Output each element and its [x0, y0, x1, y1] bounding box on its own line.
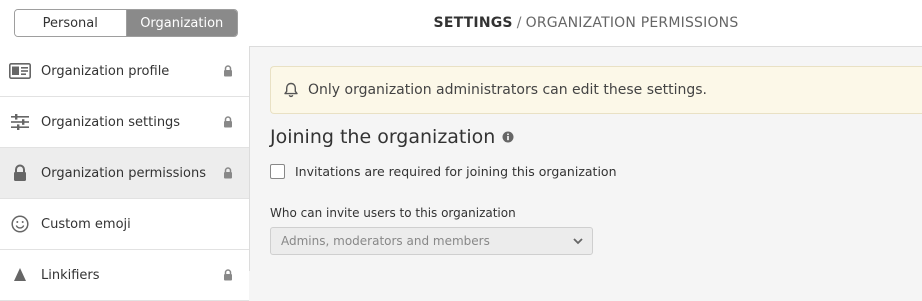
settings-main-panel: Only organization administrators can edi… — [250, 46, 922, 271]
top-bar: Personal Organization SETTINGS / ORGANIZ… — [0, 0, 922, 47]
invite-policy-select[interactable]: Admins, moderators and members — [270, 227, 593, 255]
id-card-icon — [9, 62, 31, 80]
tab-organization[interactable]: Organization — [126, 10, 237, 36]
lock-icon — [9, 164, 31, 182]
invite-policy-label: Who can invite users to this organizatio… — [270, 206, 516, 220]
link-icon — [9, 266, 31, 284]
lock-icon — [222, 116, 234, 128]
invitation-required-row: Invitations are required for joining thi… — [270, 164, 617, 179]
invitation-required-label: Invitations are required for joining thi… — [295, 164, 617, 179]
sidebar-item-label: Custom emoji — [41, 216, 131, 232]
invite-policy-value: Admins, moderators and members — [281, 234, 490, 248]
breadcrumb: SETTINGS / ORGANIZATION PERMISSIONS — [250, 0, 922, 46]
sidebar-item-label: Linkifiers — [41, 267, 100, 283]
settings-tab-switcher: Personal Organization — [14, 9, 238, 37]
tab-personal[interactable]: Personal — [15, 10, 126, 36]
sidebar-item-label: Organization permissions — [41, 165, 207, 181]
alert-text: Only organization administrators can edi… — [308, 82, 707, 98]
lock-icon — [222, 167, 234, 179]
breadcrumb-root: SETTINGS — [433, 15, 513, 31]
smiley-icon — [9, 215, 31, 233]
settings-sidebar: Organization profile Organization settin… — [0, 46, 250, 301]
sidebar-item-linkifiers[interactable]: Linkifiers — [0, 250, 249, 301]
bell-icon — [283, 82, 299, 98]
sidebar-item-custom-emoji[interactable]: Custom emoji — [0, 199, 249, 250]
lock-icon — [222, 65, 234, 77]
sidebar-item-organization-profile[interactable]: Organization profile — [0, 46, 249, 97]
info-icon[interactable] — [502, 131, 514, 143]
admin-only-alert: Only organization administrators can edi… — [270, 66, 922, 114]
sliders-icon — [9, 113, 31, 131]
chevron-down-icon — [572, 235, 584, 247]
breadcrumb-current: ORGANIZATION PERMISSIONS — [525, 15, 739, 31]
section-title-text: Joining the organization — [270, 126, 496, 148]
section-title: Joining the organization — [270, 126, 514, 148]
sidebar-item-label: Organization profile — [41, 63, 170, 79]
breadcrumb-separator: / — [516, 15, 522, 31]
sidebar-item-label: Organization settings — [41, 114, 181, 130]
invitation-required-checkbox[interactable] — [270, 164, 285, 179]
sidebar-item-organization-permissions[interactable]: Organization permissions — [0, 148, 249, 199]
sidebar-item-organization-settings[interactable]: Organization settings — [0, 97, 249, 148]
